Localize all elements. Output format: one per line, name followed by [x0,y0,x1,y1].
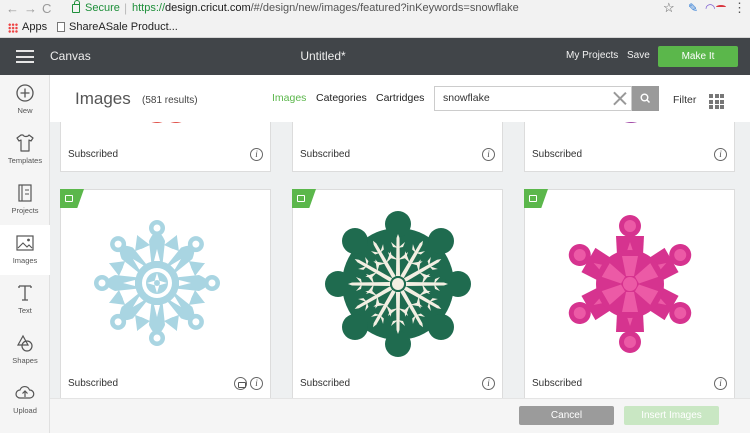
sidebar-item-label: New [17,106,33,115]
upload-cloud-icon [15,386,35,399]
apps-grid-icon[interactable] [8,23,18,33]
tab-images[interactable]: Images [272,92,306,104]
card-status-label: Subscribed [532,149,583,160]
sidebar-item-label: Projects [11,206,39,215]
card-status-label: Subscribed [68,149,119,160]
my-projects-link[interactable]: My Projects [566,50,618,61]
browser-toolbar: ←→C Secure | https://design.cricut.com/#… [0,0,750,18]
sidebar-item-new[interactable]: New [0,75,50,125]
save-button[interactable]: Save [627,50,650,61]
make-it-button[interactable]: Make It [658,46,738,67]
sidebar-item-images[interactable]: Images [0,225,50,275]
page-icon [57,22,65,32]
image-thumbnail [151,122,182,123]
card-status-label: Subscribed [68,378,119,389]
text-icon [18,285,32,301]
green-snowflake-image [325,211,471,357]
url-host: design.cricut.com [165,2,251,14]
image-card[interactable]: Subscribed i [60,122,271,172]
print-then-cut-icon[interactable] [234,377,247,390]
image-card[interactable]: Subscribed i [524,189,735,398]
bookmark-star-icon[interactable]: ☆ [663,0,675,16]
bookmark-apps[interactable]: Apps [22,21,47,33]
info-icon[interactable]: i [714,148,727,161]
insert-images-button[interactable]: Insert Images [624,406,719,425]
bookmark-shareasale[interactable]: ShareASale Product... [69,21,178,33]
document-title: Untitled* [300,49,346,63]
filter-button[interactable]: Filter [673,94,696,106]
search-box [434,86,632,111]
extension-feather-icon[interactable]: ✎ [688,1,698,15]
image-card[interactable]: Subscribed i [292,122,503,172]
back-forward-reload-icons[interactable]: ←→C [6,1,56,16]
url-separator: | [124,1,128,15]
images-toolbar: Images (581 results) Images Categories C… [50,75,750,122]
clear-search-icon[interactable] [612,91,627,106]
shapes-icon [16,334,33,352]
image-card[interactable]: Subscribed i [292,189,503,398]
sidebar-item-shapes[interactable]: Shapes [0,325,50,375]
sidebar-item-label: Shapes [12,356,38,365]
sidebar-item-projects[interactable]: Projects [0,175,50,225]
sidebar-item-label: Templates [7,156,43,165]
tab-categories[interactable]: Categories [316,92,367,104]
results-count: (581 results) [142,95,198,106]
cancel-button[interactable]: Cancel [519,406,614,425]
info-icon[interactable]: i [714,377,727,390]
secure-label: Secure [85,2,120,14]
search-input[interactable] [443,92,603,104]
image-card[interactable]: Subscribed i [60,189,271,398]
card-status-label: Subscribed [532,378,583,389]
image-results-grid: Subscribed i Subscribed i Subscribed i S… [50,122,750,398]
app-header: Canvas Untitled* My Projects Save Make I… [0,38,750,75]
page-title: Images [75,89,131,108]
left-sidebar: New Templates Projects Images Text Shape… [0,75,50,433]
sidebar-item-label: Upload [13,406,37,415]
sidebar-item-label: Text [18,306,32,315]
sidebar-item-templates[interactable]: Templates [0,125,50,175]
sidebar-item-label: Images [12,256,38,265]
browser-menu-icon[interactable]: ⋮ [733,0,746,16]
address-bar[interactable]: https://design.cricut.com/#/design/new/i… [132,2,519,14]
projects-icon [18,184,32,202]
blue-snowflake-image [94,220,220,346]
info-icon[interactable]: i [250,148,263,161]
image-icon [16,235,34,251]
image-thumbnail [624,122,638,123]
lock-icon [72,0,80,13]
plus-circle-icon [16,84,34,102]
image-card[interactable]: Subscribed i [524,122,735,172]
image-thumbnail [293,122,504,133]
search-button[interactable] [632,86,659,111]
grid-view-icon[interactable] [709,94,724,109]
sidebar-item-text[interactable]: Text [0,275,50,325]
info-icon[interactable]: i [482,377,495,390]
shirt-icon [16,134,34,152]
dialog-footer: Cancel Insert Images [50,398,750,433]
card-status-label: Subscribed [300,149,351,160]
url-path: /#/design/new/images/featured?inKeywords… [250,2,519,14]
extension-arc-icon[interactable] [716,5,726,9]
card-status-label: Subscribed [300,378,351,389]
search-icon [640,93,651,104]
url-scheme: https:// [132,2,166,14]
info-icon[interactable]: i [482,148,495,161]
bookmarks-bar: Apps ShareASale Product... [0,18,750,38]
info-icon[interactable]: i [250,377,263,390]
tab-cartridges[interactable]: Cartridges [376,92,424,104]
pink-snowflake-image [563,215,697,353]
extension-rainbow-icon[interactable]: ◠ [705,1,715,15]
sidebar-item-upload[interactable]: Upload [0,375,50,425]
